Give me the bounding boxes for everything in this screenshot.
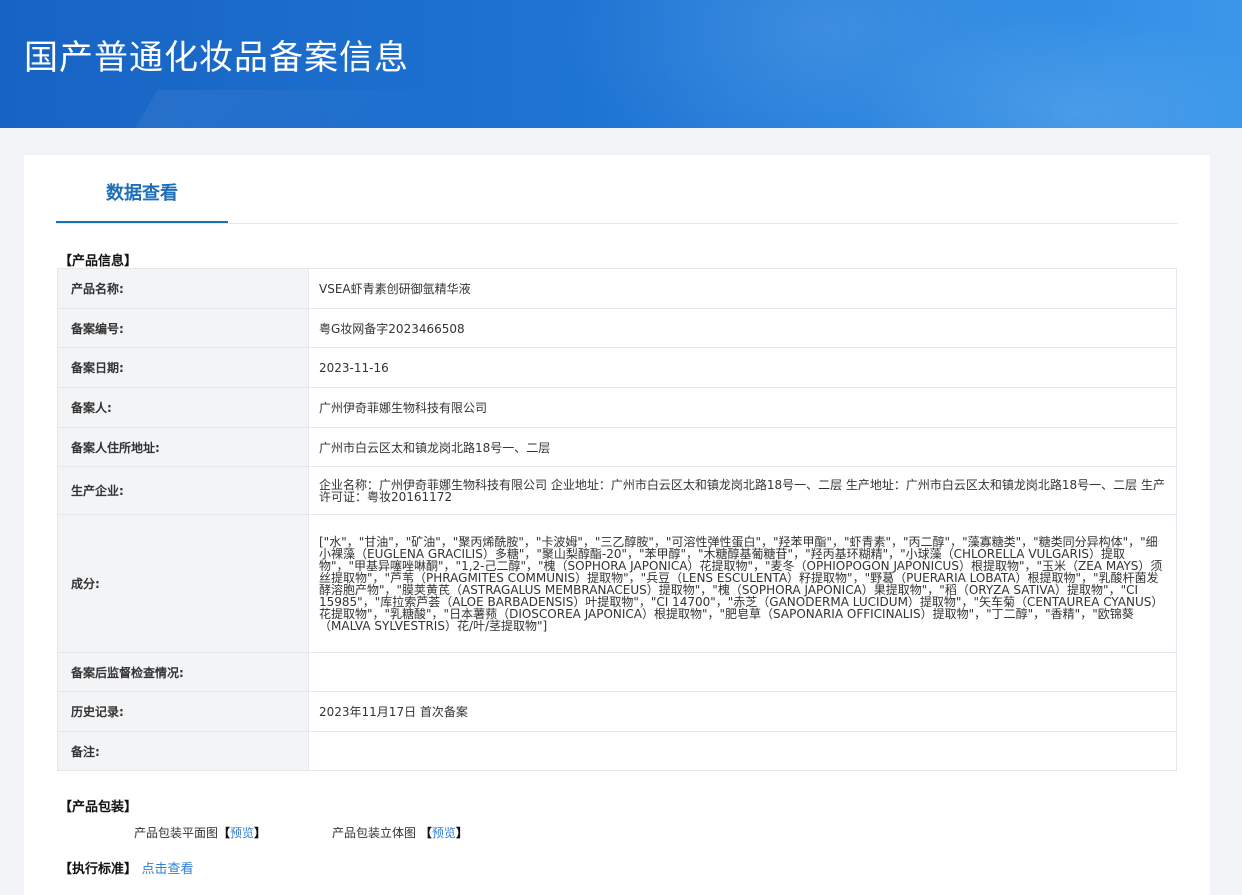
- table-row: 成分: ["水"，"甘油"，"矿油"，"聚丙烯酰胺"，"卡波姆"，"三乙醇胺"，…: [57, 514, 1177, 653]
- bracket-close: 】: [254, 826, 267, 840]
- table-row: 备案日期: 2023-11-16: [57, 347, 1177, 388]
- row-key-registrant: 备案人:: [57, 387, 309, 428]
- bracket-close: 】: [455, 826, 468, 840]
- row-key-remarks: 备注:: [57, 731, 309, 771]
- packaging-stereo: 产品包装立体图 【预览】: [332, 824, 468, 841]
- table-row: 产品名称: VSEA虾青素创研御氩精华液: [57, 268, 1177, 309]
- packaging-flat: 产品包装平面图【预览】: [134, 824, 266, 841]
- table-row: 备案后监督检查情况:: [57, 652, 1177, 692]
- row-value-history: 2023年11月17日 首次备案: [308, 691, 1177, 732]
- row-value-product-name: VSEA虾青素创研御氩精华液: [308, 268, 1177, 309]
- packaging-flat-label: 产品包装平面图: [134, 826, 219, 840]
- bracket-open: 【: [419, 826, 432, 840]
- table-row: 备案人: 广州伊奇菲娜生物科技有限公司: [57, 387, 1177, 428]
- row-key-record-date: 备案日期:: [57, 347, 309, 388]
- row-key-manufacturer: 生产企业:: [57, 466, 309, 515]
- table-row: 备案编号: 粤G妆网备字2023466508: [57, 308, 1177, 348]
- row-value-registrant-address: 广州市白云区太和镇龙岗北路18号一、二层: [308, 427, 1177, 467]
- table-row: 生产企业: 企业名称：广州伊奇菲娜生物科技有限公司 企业地址：广州市白云区太和镇…: [57, 466, 1177, 515]
- table-row: 历史记录: 2023年11月17日 首次备案: [57, 691, 1177, 732]
- standard-section-title: 【执行标准】: [59, 862, 138, 877]
- product-info-table: 产品名称: VSEA虾青素创研御氩精华液 备案编号: 粤G妆网备字2023466…: [57, 268, 1177, 771]
- tab-bar: 数据查看: [56, 155, 1178, 224]
- row-value-remarks: [308, 731, 1177, 771]
- row-value-ingredients: ["水"，"甘油"，"矿油"，"聚丙烯酰胺"，"卡波姆"，"三乙醇胺"，"可溶性…: [308, 514, 1177, 653]
- packaging-flat-preview-link[interactable]: 预览: [230, 826, 254, 840]
- tab-data-view[interactable]: 数据查看: [56, 179, 228, 223]
- row-key-registrant-address: 备案人住所地址:: [57, 427, 309, 467]
- row-value-manufacturer: 企业名称：广州伊奇菲娜生物科技有限公司 企业地址：广州市白云区太和镇龙岗北路18…: [308, 466, 1177, 515]
- product-info-section-title: 【产品信息】: [59, 254, 138, 269]
- page-title: 国产普通化妆品备案信息: [24, 38, 409, 78]
- table-row: 备案人住所地址: 广州市白云区太和镇龙岗北路18号一、二层: [57, 427, 1177, 467]
- packaging-section-title: 【产品包装】: [59, 800, 138, 815]
- row-value-record-number: 粤G妆网备字2023466508: [308, 308, 1177, 348]
- standard-view-link[interactable]: 点击查看: [142, 862, 194, 877]
- standard-section: 【执行标准】 点击查看: [59, 858, 194, 877]
- content-card: 数据查看 【产品信息】 产品名称: VSEA虾青素创研御氩精华液 备案编号: 粤…: [24, 155, 1210, 895]
- row-key-record-number: 备案编号:: [57, 308, 309, 348]
- row-key-product-name: 产品名称:: [57, 268, 309, 309]
- packaging-stereo-preview-link[interactable]: 预览: [432, 826, 456, 840]
- row-value-record-date: 2023-11-16: [308, 347, 1177, 388]
- banner-decoration: [122, 90, 458, 128]
- header-banner: 国产普通化妆品备案信息: [0, 0, 1242, 128]
- row-key-ingredients: 成分:: [57, 514, 309, 653]
- row-value-registrant: 广州伊奇菲娜生物科技有限公司: [308, 387, 1177, 428]
- row-key-history: 历史记录:: [57, 691, 309, 732]
- row-key-supervision: 备案后监督检查情况:: [57, 652, 309, 692]
- bracket-open: 【: [218, 826, 231, 840]
- row-value-supervision: [308, 652, 1177, 692]
- packaging-stereo-label: 产品包装立体图: [332, 826, 417, 840]
- table-row: 备注:: [57, 731, 1177, 771]
